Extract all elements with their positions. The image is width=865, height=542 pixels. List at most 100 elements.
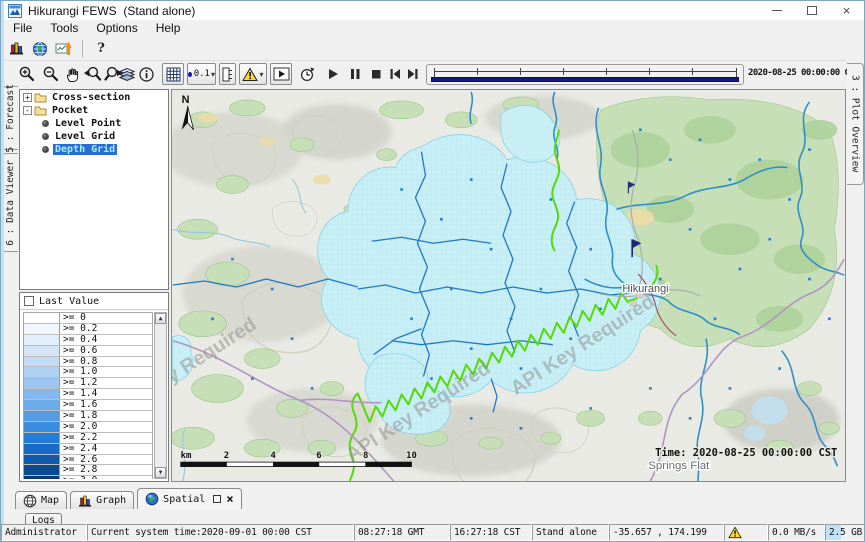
map-display-button[interactable]: [28, 38, 52, 60]
pause-button[interactable]: [344, 63, 366, 85]
scale-tick: 6: [316, 451, 321, 461]
status-mode: Stand alone: [532, 524, 609, 541]
maximize-icon: [807, 6, 817, 15]
zoom-out-button[interactable]: [40, 63, 62, 85]
scale-tick: 4: [271, 451, 276, 461]
legend-label: >= 0.6: [60, 346, 152, 356]
tree-item-pocket[interactable]: - Pocket: [20, 104, 168, 116]
zoom-in-button[interactable]: [16, 63, 38, 85]
animation-button[interactable]: [270, 63, 292, 85]
status-alerts[interactable]: [724, 524, 768, 541]
movie-play-icon: [273, 67, 290, 81]
expand-icon[interactable]: +: [23, 93, 32, 102]
tree-item-level-grid[interactable]: Level Grid: [20, 130, 168, 142]
legend-swatch: [24, 346, 60, 356]
stop-icon: [369, 67, 383, 81]
tree-item-label: Pocket: [50, 105, 90, 116]
tab-map[interactable]: Map: [15, 491, 67, 509]
legend-label: >= 1.4: [60, 389, 152, 399]
grid-scale-dropdown[interactable]: 0.1 ▾: [187, 63, 216, 85]
tree-item-label: Cross-section: [50, 92, 132, 103]
legend-swatch: [24, 335, 60, 345]
slider-tick: [563, 68, 564, 75]
panel-maximize-button[interactable]: [213, 495, 221, 503]
tab-graph[interactable]: Graph: [70, 491, 134, 509]
panel-close-button[interactable]: ×: [226, 493, 233, 505]
menu-help[interactable]: Help: [147, 20, 190, 37]
status-bar: Administrator Current system time:2020-0…: [1, 524, 865, 541]
tree-item-depth-grid[interactable]: Depth Grid: [20, 143, 168, 155]
tree-item-level-point[interactable]: Level Point: [20, 117, 168, 129]
status-local-time: 16:27:18 CST: [450, 524, 532, 541]
node-bullet-icon: [42, 146, 49, 153]
legend-panel: Last Value >= 0>= 0.2>= 0.4>= 0.6>= 0.8>…: [19, 292, 169, 482]
menu-file[interactable]: File: [4, 20, 41, 37]
legend-swatch: [24, 400, 60, 410]
legend-swatch: [24, 367, 60, 377]
tree-item-cross-section[interactable]: + Cross-section: [20, 91, 168, 103]
hand-icon: [64, 66, 81, 83]
legend-row: >= 0.6: [24, 346, 152, 357]
status-text: -35.657 , 174.199: [613, 527, 707, 538]
status-text: Stand alone: [536, 527, 597, 538]
grid-display-button[interactable]: [162, 63, 184, 85]
sidebar-tab-forecast[interactable]: 5 : Forecast: [2, 86, 18, 150]
help-button[interactable]: ?: [89, 38, 113, 60]
legend-swatch: [24, 422, 60, 432]
tab-spatial[interactable]: Spatial ×: [137, 488, 241, 509]
skip-to-end-icon: [406, 67, 420, 81]
minimize-button[interactable]: [759, 1, 794, 20]
title-bar[interactable]: Hikurangi FEWS (Stand alone) ×: [4, 1, 864, 20]
animation-settings-button[interactable]: [297, 63, 319, 85]
legend-label: >= 1.2: [60, 378, 152, 388]
layers-icon: [118, 65, 136, 83]
legend-label: >= 0.8: [60, 357, 152, 367]
menu-bar: File Tools Options Help: [4, 20, 864, 37]
status-text: 2.5 GB: [829, 527, 862, 538]
sidebar-tab-plot-overview[interactable]: 3 : Plot Overview: [847, 63, 864, 185]
database-display-button[interactable]: [4, 38, 28, 60]
globe-icon: [145, 492, 159, 506]
status-text: 0.0 MB/s: [772, 527, 816, 538]
map-canvas[interactable]: API Key Required API Key Required API Ke…: [171, 89, 846, 482]
collapse-icon[interactable]: -: [23, 106, 32, 115]
close-icon: ×: [843, 4, 851, 17]
spatial-display-button[interactable]: [52, 38, 76, 60]
info-button[interactable]: [135, 63, 157, 85]
profile-button[interactable]: [219, 63, 236, 85]
zoom-previous-button[interactable]: [81, 63, 103, 85]
thresholds-dropdown[interactable]: ▾: [239, 63, 267, 85]
bar-chart-icon: [8, 40, 25, 57]
slider-tick: [606, 68, 607, 75]
menu-options[interactable]: Options: [87, 20, 146, 37]
legend-swatch: [24, 465, 60, 475]
time-slider[interactable]: [426, 64, 744, 85]
status-text: 16:27:18 CST: [454, 527, 520, 538]
pause-icon: [348, 67, 362, 81]
play-button[interactable]: [322, 63, 344, 85]
window-edge: [1, 1, 4, 541]
zoom-out-icon: [42, 65, 60, 83]
scroll-down-icon[interactable]: ▼: [155, 467, 166, 478]
sidebar-tab-data-viewer[interactable]: 6 : Data Viewer: [2, 153, 18, 252]
close-button[interactable]: ×: [829, 1, 864, 20]
legend-scrollbar[interactable]: ▲ ▼: [154, 312, 167, 479]
slider-tick: [736, 68, 737, 77]
folder-icon: [34, 92, 47, 103]
pan-button[interactable]: [61, 63, 83, 85]
help-icon: ?: [97, 41, 105, 56]
globe-icon: [32, 41, 48, 57]
legend-swatch: [24, 433, 60, 443]
scroll-up-icon[interactable]: ▲: [155, 313, 166, 324]
last-value-checkbox[interactable]: [24, 296, 34, 306]
sidebar-tab-label: 5 : Forecast: [5, 84, 16, 153]
menu-tools[interactable]: Tools: [41, 20, 87, 37]
time-span-bar[interactable]: [431, 77, 739, 82]
step-last-button[interactable]: [402, 63, 424, 85]
toolbar-separator: [82, 40, 83, 58]
slider-tick: [520, 68, 521, 75]
map-toolbar: 0.1 ▾ ▾: [4, 60, 846, 87]
folder-icon: [34, 105, 47, 116]
maximize-button[interactable]: [794, 1, 829, 20]
legend-swatch: [24, 378, 60, 388]
